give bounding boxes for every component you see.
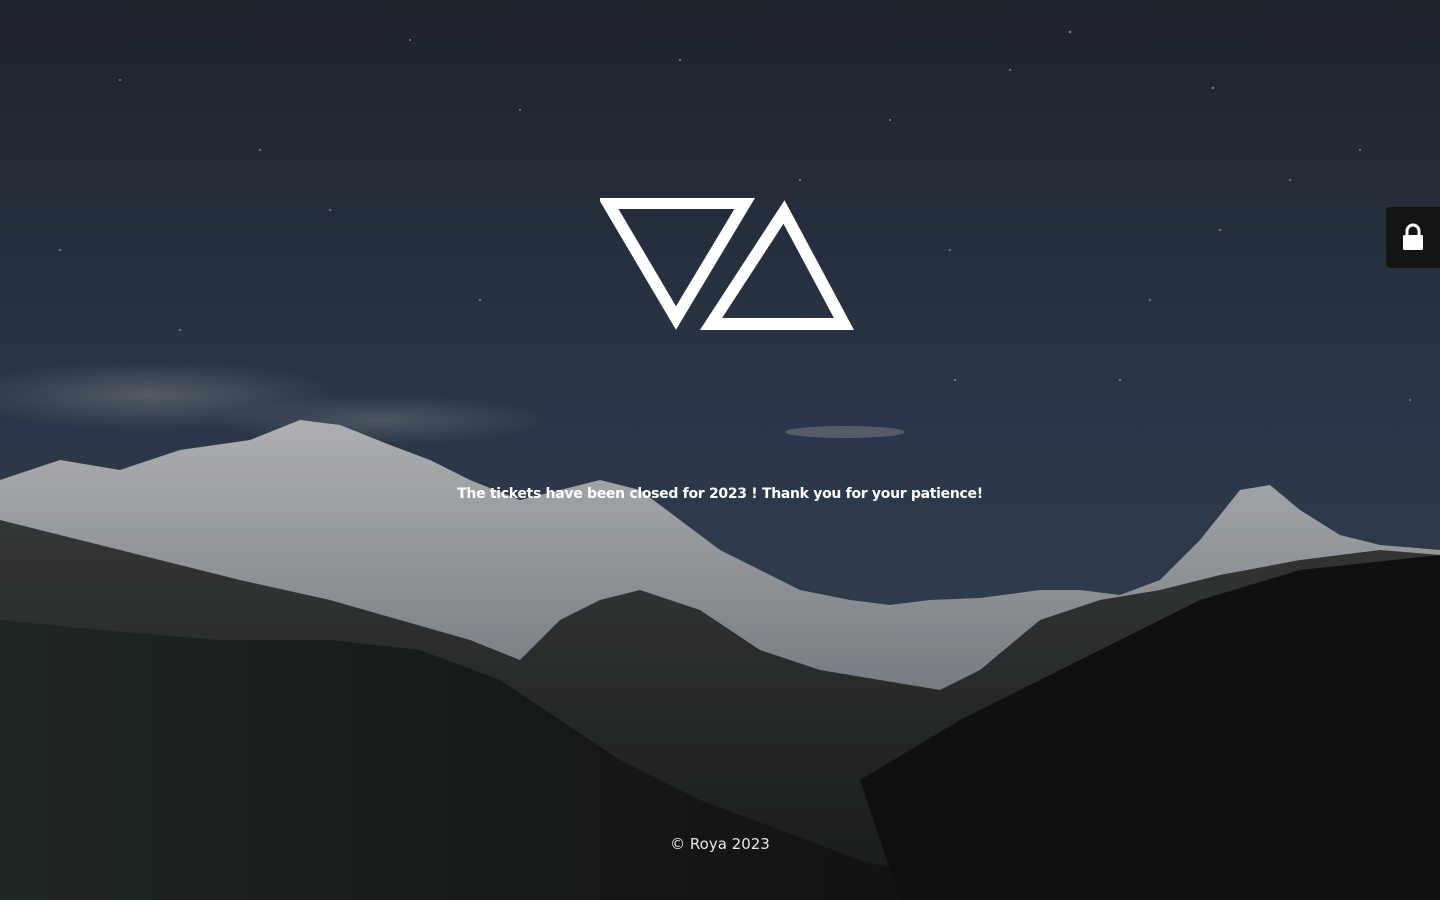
closed-message: The tickets have been closed for 2023 ! … — [457, 486, 983, 502]
lock-icon — [1403, 223, 1423, 250]
login-button[interactable] — [1386, 207, 1440, 268]
maintenance-page: The tickets have been closed for 2023 ! … — [0, 0, 1440, 900]
mountain-background-image — [0, 0, 1440, 900]
copyright-footer: © Roya 2023 — [670, 835, 770, 853]
triangle-logo — [600, 198, 854, 330]
